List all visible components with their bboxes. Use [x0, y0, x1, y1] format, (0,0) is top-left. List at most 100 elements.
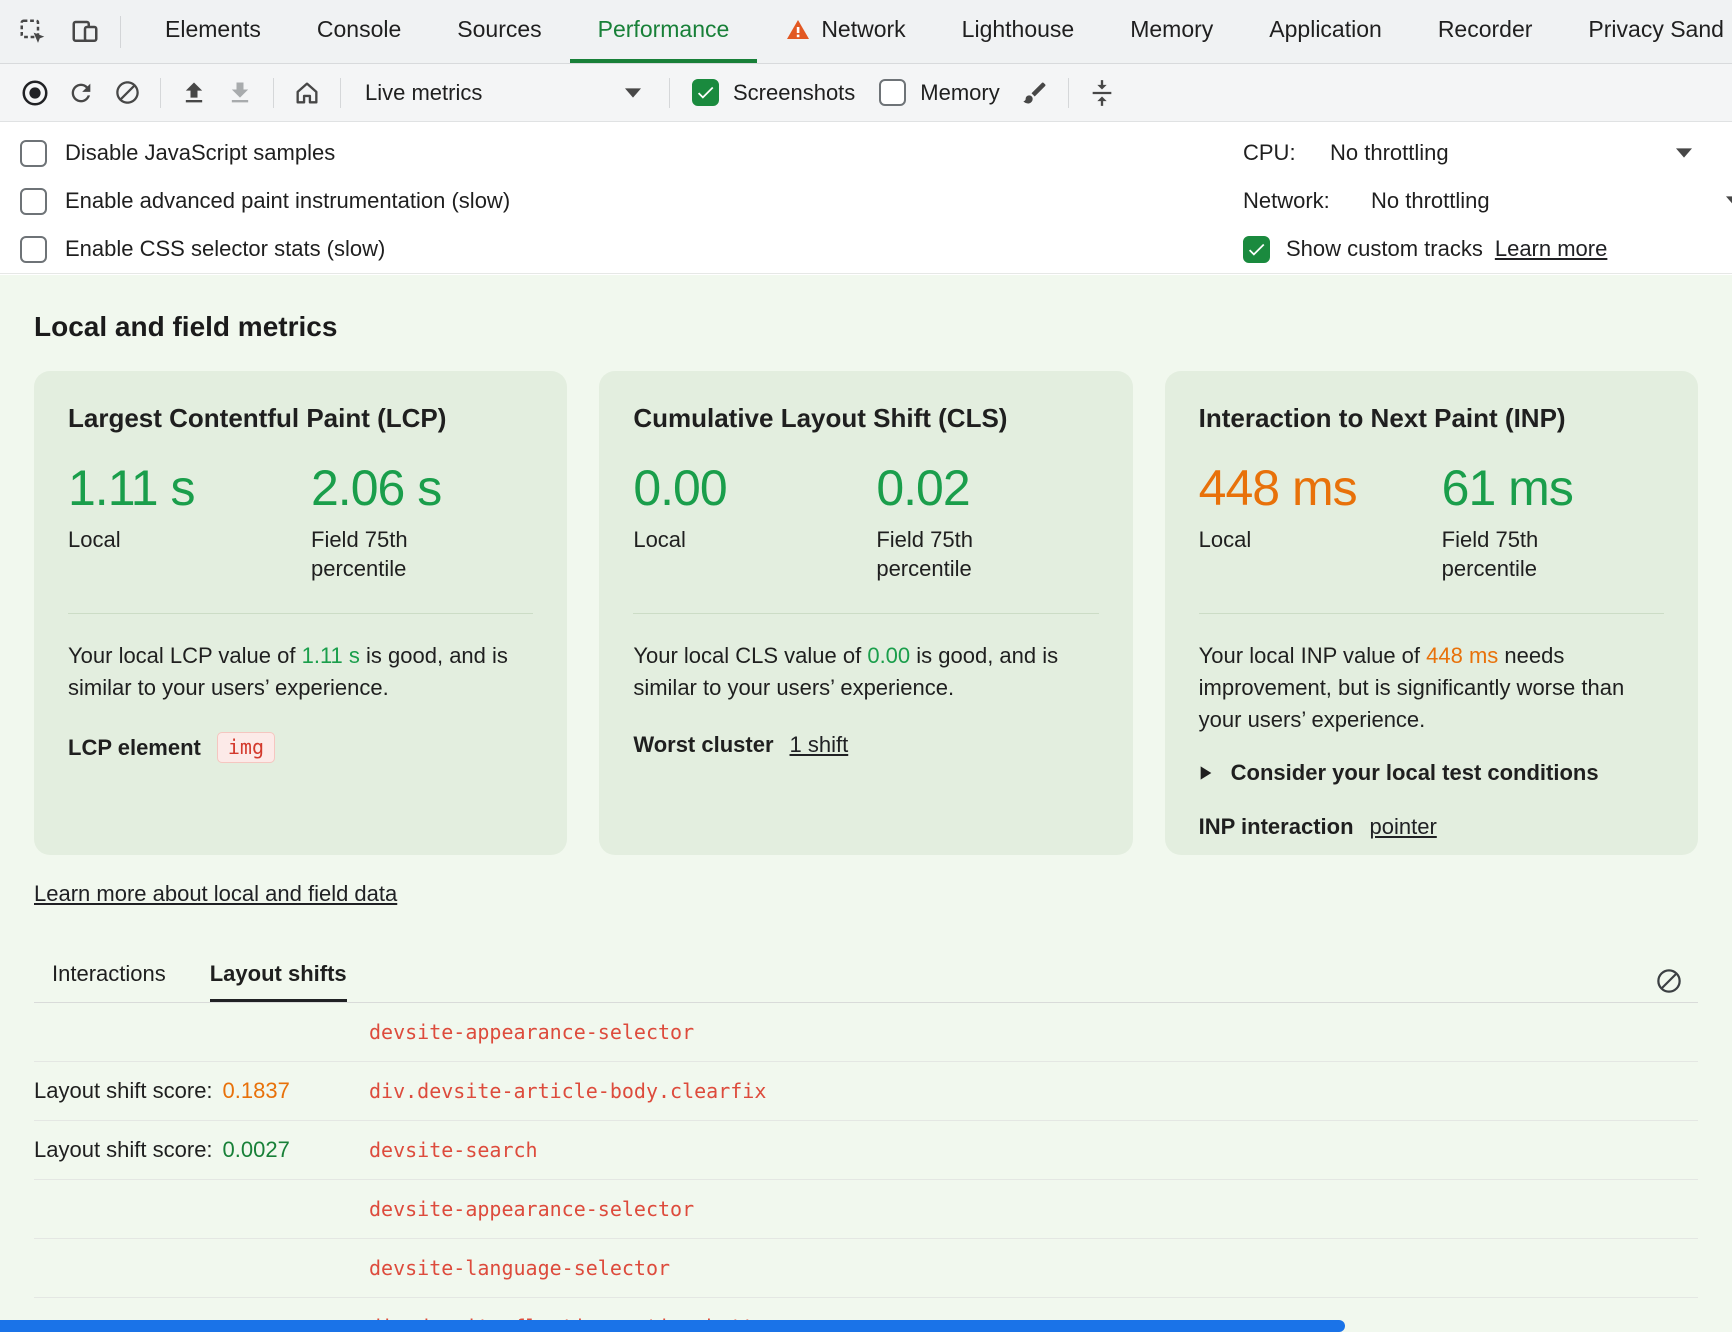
vertical-align-center-icon: [1088, 79, 1116, 107]
chevron-down-icon[interactable]: [1726, 196, 1732, 206]
inspect-icon: [18, 17, 48, 47]
divider: [68, 613, 533, 614]
lcp-element-node-link[interactable]: img: [217, 732, 275, 763]
lcp-description: Your local LCP value of 1.11 s is good, …: [68, 640, 533, 704]
lcp-local-label: Local: [68, 525, 203, 554]
show-custom-tracks-checkbox[interactable]: [1243, 236, 1270, 263]
cls-field-value: 0.02: [876, 463, 1011, 513]
tab-sources[interactable]: Sources: [429, 0, 569, 63]
device-toolbar-icon: [70, 17, 100, 47]
live-metrics-select[interactable]: Live metrics: [355, 72, 655, 114]
tab-privacy-sandbox[interactable]: Privacy Sand: [1560, 0, 1732, 63]
inp-card-title: Interaction to Next Paint (INP): [1199, 403, 1664, 433]
advanced-paint-checkbox[interactable]: [20, 188, 47, 215]
score-label: Layout shift score:: [34, 1137, 213, 1163]
chevron-down-icon: [625, 88, 641, 98]
inp-interaction-link[interactable]: pointer: [1370, 814, 1437, 840]
divider: [633, 613, 1098, 614]
inspect-element-button[interactable]: [10, 9, 56, 55]
inp-description: Your local INP value of 448 ms needs imp…: [1199, 640, 1664, 736]
lcp-card-title: Largest Contentful Paint (LCP): [68, 403, 533, 433]
layout-shift-row: Layout shift score: 0.0027 devsite-searc…: [34, 1121, 1698, 1180]
layout-shift-rows: devsite-appearance-selector Layout shift…: [34, 1003, 1698, 1332]
divider: [1199, 613, 1664, 614]
node-link[interactable]: devsite-appearance-selector: [369, 1197, 694, 1221]
clear-log-button[interactable]: [1654, 966, 1684, 996]
node-link[interactable]: div.devsite-article-body.clearfix: [369, 1079, 766, 1103]
custom-tracks-label: Show custom tracks: [1286, 236, 1483, 262]
score-value: 0.0027: [223, 1137, 290, 1163]
custom-tracks-learn-more-link[interactable]: Learn more: [1495, 236, 1608, 262]
memory-toggle: Memory: [879, 79, 999, 106]
record-button[interactable]: [12, 70, 58, 116]
check-icon: [1246, 239, 1267, 260]
save-profile-button[interactable]: [217, 70, 263, 116]
device-toolbar-button[interactable]: [62, 9, 108, 55]
cls-worst-cluster-row: Worst cluster 1 shift: [633, 732, 1098, 758]
horizontal-scrollbar-thumb[interactable]: [0, 1320, 1345, 1332]
css-selector-stats-checkbox[interactable]: [20, 236, 47, 263]
collect-garbage-button[interactable]: [1012, 70, 1058, 116]
download-icon: [226, 79, 254, 107]
clear-icon: [114, 79, 141, 106]
inp-field-value: 61 ms: [1442, 463, 1577, 513]
inp-interaction-label: INP interaction: [1199, 814, 1354, 840]
record-icon: [20, 78, 50, 108]
setting-label: Disable JavaScript samples: [65, 140, 335, 166]
score-label: Layout shift score:: [34, 1078, 213, 1104]
load-profile-button[interactable]: [171, 70, 217, 116]
divider: [340, 78, 341, 108]
inp-local-value: 448 ms: [1199, 463, 1442, 513]
home-button[interactable]: [284, 70, 330, 116]
node-link[interactable]: devsite-language-selector: [369, 1256, 670, 1280]
cpu-throttling-row: CPU: No throttling: [1243, 130, 1732, 176]
shortcuts-dialog-button[interactable]: [1079, 70, 1125, 116]
inp-local-label: Local: [1199, 525, 1334, 554]
tab-memory[interactable]: Memory: [1102, 0, 1241, 63]
cpu-label: CPU:: [1243, 140, 1330, 166]
inp-interaction-row: INP interaction pointer: [1199, 814, 1664, 840]
tab-lighthouse[interactable]: Lighthouse: [934, 0, 1103, 63]
layout-shift-row: Layout shift score: 0.1837 div.devsite-a…: [34, 1062, 1698, 1121]
tab-interactions[interactable]: Interactions: [52, 961, 166, 1002]
tab-elements[interactable]: Elements: [137, 0, 289, 63]
local-test-conditions-disclosure[interactable]: Consider your local test conditions: [1199, 760, 1664, 786]
divider: [120, 16, 121, 48]
disable-js-samples-checkbox[interactable]: [20, 140, 47, 167]
custom-tracks-row: Show custom tracks Learn more: [1243, 226, 1732, 272]
check-icon: [695, 82, 716, 103]
local-field-learn-more-link[interactable]: Learn more about local and field data: [34, 881, 397, 907]
screenshots-checkbox[interactable]: [692, 79, 719, 106]
cpu-throttling-select[interactable]: No throttling: [1330, 140, 1449, 166]
lcp-local-value: 1.11 s: [68, 463, 311, 513]
live-metrics-view: Local and field metrics Largest Contentf…: [0, 275, 1732, 1332]
network-throttling-select[interactable]: No throttling: [1371, 188, 1490, 214]
memory-checkbox[interactable]: [879, 79, 906, 106]
node-link[interactable]: devsite-search: [369, 1138, 538, 1162]
log-tabs: Interactions Layout shifts: [34, 953, 1698, 1003]
brush-icon: [1021, 79, 1049, 107]
performance-toolbar: Live metrics Screenshots Memory: [0, 64, 1732, 122]
tab-performance[interactable]: Performance: [570, 0, 758, 63]
record-and-reload-button[interactable]: [58, 70, 104, 116]
tab-layout-shifts[interactable]: Layout shifts: [210, 961, 347, 1002]
lcp-field-value: 2.06 s: [311, 463, 446, 513]
clear-button[interactable]: [104, 70, 150, 116]
tab-application[interactable]: Application: [1241, 0, 1410, 63]
clear-icon: [1654, 966, 1684, 996]
tab-network[interactable]: Network: [757, 0, 933, 63]
worst-cluster-link[interactable]: 1 shift: [790, 732, 849, 758]
inp-values: 448 ms Local 61 ms Field 75th percentile: [1199, 463, 1664, 583]
screenshots-toggle: Screenshots: [692, 79, 855, 106]
metrics-heading: Local and field metrics: [34, 275, 1698, 343]
home-icon: [293, 79, 321, 107]
metric-card-cls: Cumulative Layout Shift (CLS) 0.00 Local…: [599, 371, 1132, 855]
inp-field-label: Field 75th percentile: [1442, 525, 1577, 583]
warning-icon: [785, 18, 811, 42]
layout-shift-row: devsite-language-selector: [34, 1239, 1698, 1298]
tab-console[interactable]: Console: [289, 0, 429, 63]
lcp-element-label: LCP element: [68, 735, 201, 761]
tab-recorder[interactable]: Recorder: [1410, 0, 1561, 63]
chevron-down-icon[interactable]: [1676, 148, 1692, 158]
node-link[interactable]: devsite-appearance-selector: [369, 1020, 694, 1044]
